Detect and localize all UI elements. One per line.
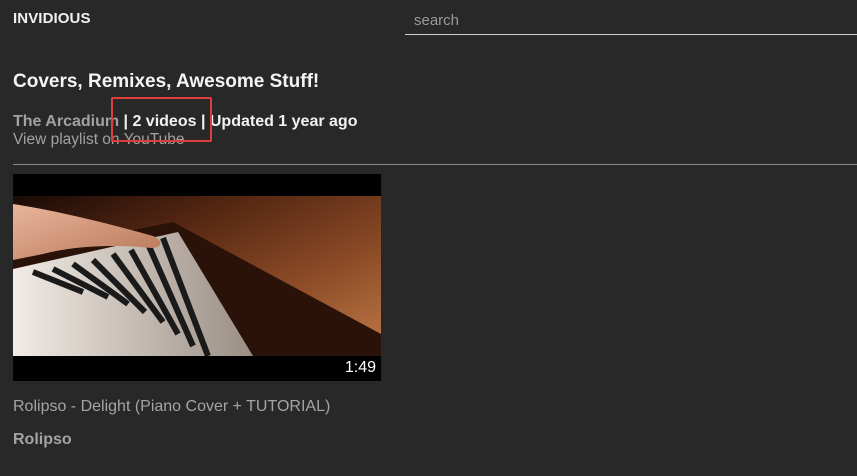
playlist-title: Covers, Remixes, Awesome Stuff! [13,71,320,92]
divider [13,164,857,165]
video-title-link[interactable]: Rolipso - Delight (Piano Cover + TUTORIA… [13,398,330,416]
piano-keys-thumbnail-icon [13,174,381,381]
video-channel-link[interactable]: Rolipso [13,431,72,449]
view-on-youtube-link[interactable]: View playlist on YouTube [13,131,184,149]
search-input[interactable] [405,6,857,35]
page: INVIDIOUS Covers, Remixes, Awesome Stuff… [0,0,857,476]
playlist-meta: The Arcadium | 2 videos | Updated 1 year… [13,113,357,131]
playlist-author-link[interactable]: The Arcadium [13,113,119,130]
playlist-stats: | 2 videos | Updated 1 year ago [119,113,358,130]
video-duration: 1:49 [339,358,381,379]
invidious-logo-link[interactable]: INVIDIOUS [13,10,91,27]
video-thumbnail[interactable]: 1:49 [13,174,381,381]
